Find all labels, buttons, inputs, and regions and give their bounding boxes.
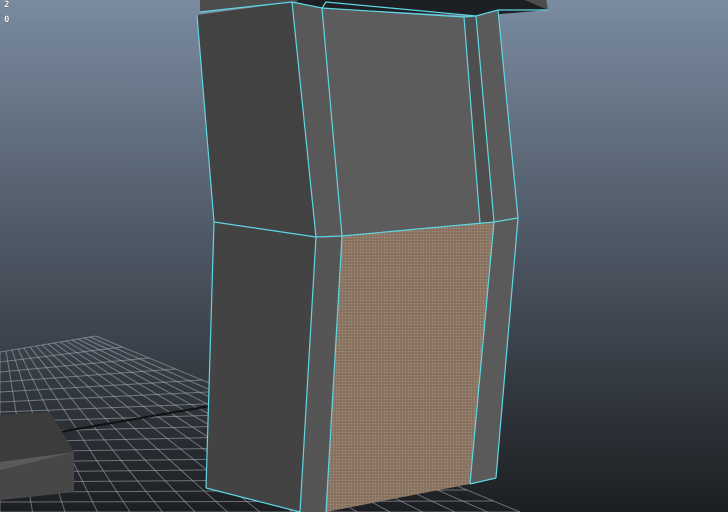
- mesh-object[interactable]: [196, 0, 548, 512]
- viewport-canvas[interactable]: [0, 0, 728, 512]
- hud-readout-line-1: 2: [4, 0, 10, 10]
- 3d-viewport[interactable]: 2 0: [0, 0, 728, 512]
- lower-left-face[interactable]: [206, 222, 316, 512]
- upper-front-face[interactable]: [322, 8, 480, 236]
- hud-readout-line-2: 0: [4, 15, 10, 25]
- selected-front-face[interactable]: [326, 222, 494, 512]
